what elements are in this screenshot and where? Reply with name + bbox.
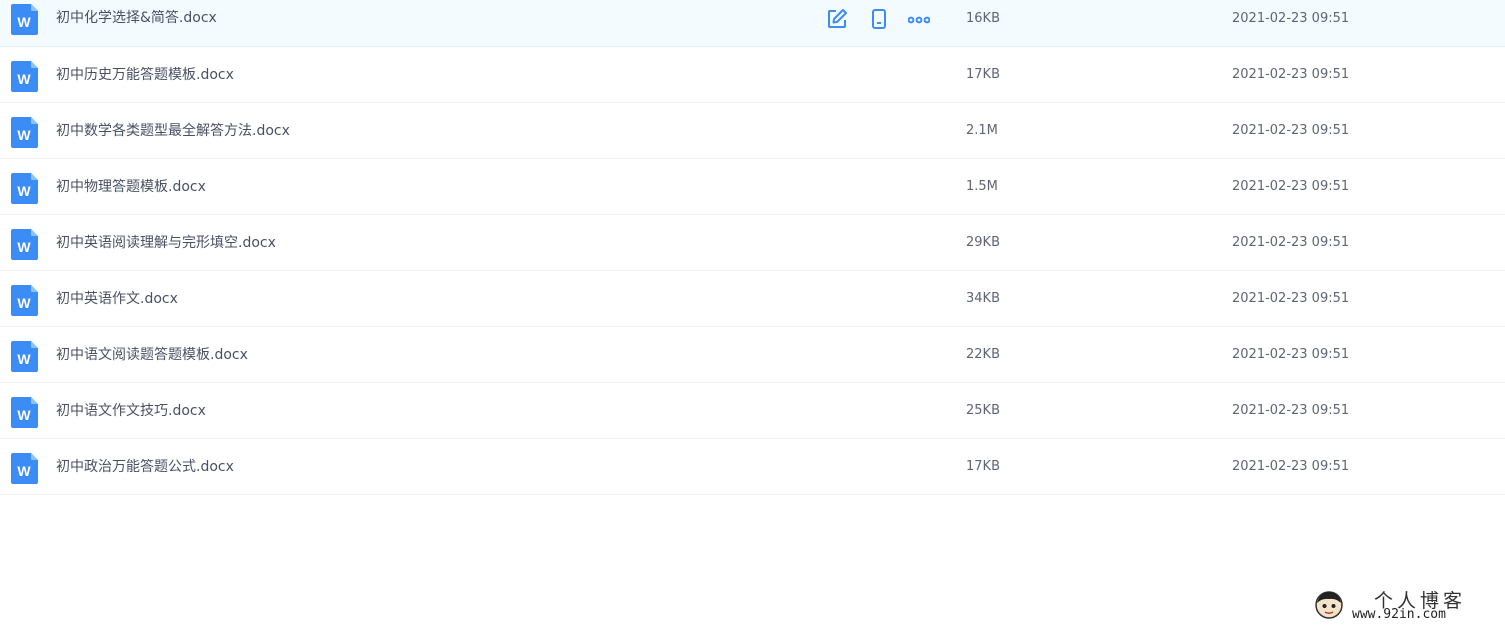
- file-date: 2021-02-23 09:51: [1232, 235, 1350, 250]
- file-size: 34KB: [966, 291, 1000, 306]
- word-doc-icon-letter: W: [17, 463, 31, 479]
- word-doc-icon: W: [11, 173, 38, 204]
- watermark-url: www.92in.com: [1352, 607, 1446, 622]
- file-name[interactable]: 初中英语作文.docx: [56, 271, 178, 327]
- file-row[interactable]: W 初中数学各类题型最全解答方法.docx 2.1M 2021-02-23 09…: [0, 103, 1505, 159]
- watermark: 个人博客 www.92in.com: [1314, 586, 1504, 624]
- file-size: 25KB: [966, 403, 1000, 418]
- file-date: 2021-02-23 09:51: [1232, 347, 1350, 362]
- word-doc-icon: W: [11, 397, 38, 428]
- file-name[interactable]: 初中历史万能答题模板.docx: [56, 47, 234, 103]
- phone-icon[interactable]: [868, 8, 890, 30]
- word-doc-icon-letter: W: [17, 239, 31, 255]
- file-date: 2021-02-23 09:51: [1232, 403, 1350, 418]
- file-name[interactable]: 初中语文阅读题答题模板.docx: [56, 327, 248, 383]
- file-date: 2021-02-23 09:51: [1232, 459, 1350, 474]
- file-row[interactable]: W 初中语文作文技巧.docx 25KB 2021-02-23 09:51: [0, 383, 1505, 439]
- file-size: 17KB: [966, 459, 1000, 474]
- file-name[interactable]: 初中数学各类题型最全解答方法.docx: [56, 103, 290, 159]
- word-doc-icon: W: [11, 285, 38, 316]
- file-date: 2021-02-23 09:51: [1232, 11, 1350, 26]
- word-doc-icon-letter: W: [17, 351, 31, 367]
- word-doc-icon-letter: W: [17, 183, 31, 199]
- file-name[interactable]: 初中物理答题模板.docx: [56, 159, 206, 215]
- file-row[interactable]: W 初中英语作文.docx 34KB 2021-02-23 09:51: [0, 271, 1505, 327]
- file-name[interactable]: 初中语文作文技巧.docx: [56, 383, 206, 439]
- file-row[interactable]: W 初中政治万能答题公式.docx 17KB 2021-02-23 09:51: [0, 439, 1505, 495]
- file-name[interactable]: 初中政治万能答题公式.docx: [56, 439, 234, 495]
- word-doc-icon: W: [11, 4, 38, 35]
- file-date: 2021-02-23 09:51: [1232, 179, 1350, 194]
- file-date: 2021-02-23 09:51: [1232, 291, 1350, 306]
- word-doc-icon-letter: W: [17, 407, 31, 423]
- file-date: 2021-02-23 09:51: [1232, 67, 1350, 82]
- more-icon[interactable]: [908, 8, 930, 30]
- file-row[interactable]: W 初中化学选择&简答.docx 16KB 2021-02-23 09:51: [0, 0, 1505, 47]
- word-doc-icon-letter: W: [17, 71, 31, 87]
- file-size: 22KB: [966, 347, 1000, 362]
- file-date: 2021-02-23 09:51: [1232, 123, 1350, 138]
- word-doc-icon: W: [11, 341, 38, 372]
- file-name[interactable]: 初中英语阅读理解与完形填空.docx: [56, 215, 276, 271]
- file-name[interactable]: 初中化学选择&简答.docx: [56, 0, 217, 37]
- file-row[interactable]: W 初中历史万能答题模板.docx 17KB 2021-02-23 09:51: [0, 47, 1505, 103]
- word-doc-icon: W: [11, 453, 38, 484]
- word-doc-icon-letter: W: [17, 14, 31, 30]
- file-list: W 初中化学选择&简答.docx 16KB 2021-02-23 09:51 W…: [0, 0, 1505, 495]
- word-doc-icon: W: [11, 61, 38, 92]
- file-size: 1.5M: [966, 179, 998, 194]
- file-row[interactable]: W 初中物理答题模板.docx 1.5M 2021-02-23 09:51: [0, 159, 1505, 215]
- word-doc-icon-letter: W: [17, 127, 31, 143]
- avatar-icon: [1315, 591, 1343, 619]
- word-doc-icon-letter: W: [17, 295, 31, 311]
- word-doc-icon: W: [11, 117, 38, 148]
- file-size: 2.1M: [966, 123, 998, 138]
- word-doc-icon: W: [11, 229, 38, 260]
- file-row[interactable]: W 初中语文阅读题答题模板.docx 22KB 2021-02-23 09:51: [0, 327, 1505, 383]
- file-size: 29KB: [966, 235, 1000, 250]
- edit-icon[interactable]: [826, 8, 848, 30]
- file-size: 16KB: [966, 11, 1000, 26]
- file-row[interactable]: W 初中英语阅读理解与完形填空.docx 29KB 2021-02-23 09:…: [0, 215, 1505, 271]
- file-size: 17KB: [966, 67, 1000, 82]
